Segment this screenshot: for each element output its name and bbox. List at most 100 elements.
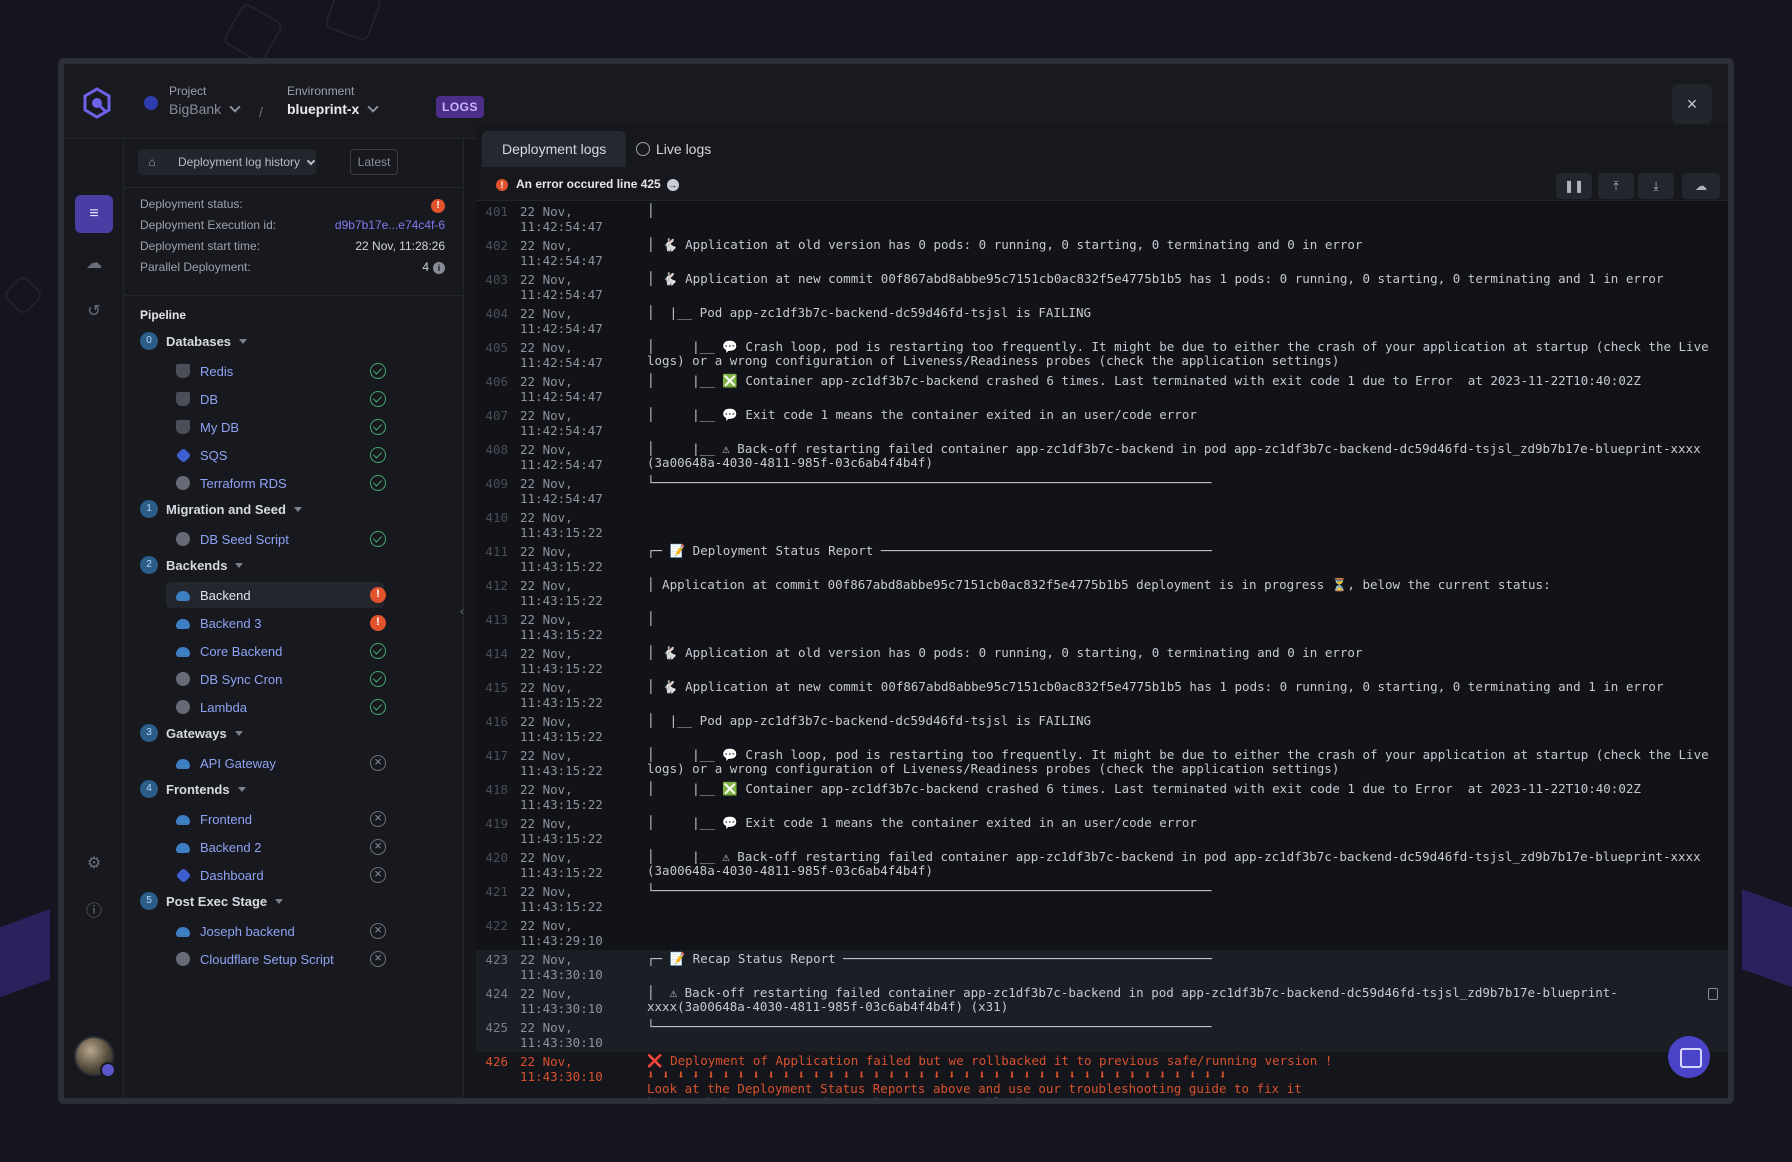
service-label: Core Backend: [200, 644, 283, 659]
service-frontend[interactable]: Frontend: [166, 806, 386, 832]
log-line-number[interactable]: 412: [476, 578, 516, 608]
arrow-right-icon[interactable]: →: [666, 179, 679, 191]
log-line-number[interactable]: 423: [476, 952, 516, 982]
troubleshoot-link[interactable]: https://hub.qovery.com/docs/using-qovery…: [647, 1095, 1053, 1099]
service-cloudflare-setup-script[interactable]: Cloudflare Setup Script: [166, 946, 386, 972]
log-line-number[interactable]: 421: [476, 884, 516, 914]
log-timestamp: 22 Nov, 11:43:15:22: [520, 544, 603, 574]
log-row: 421 22 Nov, 11:43:15:22 └─────────────────…: [476, 882, 1728, 916]
info-icon[interactable]: i: [433, 262, 445, 274]
deployment-log-history-dropdown[interactable]: Deployment log history: [166, 149, 316, 175]
cloud-icon[interactable]: ☁: [75, 245, 113, 283]
log-line-number[interactable]: 406: [476, 374, 516, 404]
log-message: └───────────────────────────────────────…: [647, 1019, 1212, 1034]
layers-icon[interactable]: ≡: [75, 195, 113, 233]
service-sqs[interactable]: SQS: [166, 442, 386, 468]
service-backend-2[interactable]: Backend 2: [166, 834, 386, 860]
stage-name: Frontends: [166, 781, 230, 797]
log-line-number[interactable]: 424: [476, 986, 516, 1016]
service-core-backend[interactable]: Core Backend: [166, 638, 386, 664]
service-backend[interactable]: Backend: [166, 582, 386, 608]
info-icon[interactable]: ⓘ: [75, 893, 113, 931]
log-line-number[interactable]: 425: [476, 1020, 516, 1050]
log-line-number[interactable]: 414: [476, 646, 516, 676]
history-icon[interactable]: ↺: [75, 293, 113, 331]
chat-support-icon[interactable]: [1668, 1036, 1710, 1078]
parallel-deployment-label: Parallel Deployment:: [140, 260, 251, 274]
caret-down-icon: [293, 506, 302, 512]
log-line-number[interactable]: 402: [476, 238, 516, 268]
log-line-number[interactable]: 422: [476, 918, 516, 948]
service-terraform-rds[interactable]: Terraform RDS: [166, 470, 386, 496]
service-api-gateway[interactable]: API Gateway: [166, 750, 386, 776]
log-line-number[interactable]: 416: [476, 714, 516, 744]
service-db-seed-script[interactable]: DB Seed Script: [166, 526, 386, 552]
service-backend-3[interactable]: Backend 3: [166, 610, 386, 636]
service-dashboard[interactable]: Dashboard: [166, 862, 386, 888]
qovery-logo-icon[interactable]: [80, 86, 114, 120]
log-line-number[interactable]: 415: [476, 680, 516, 710]
log-line-number[interactable]: 409: [476, 476, 516, 506]
log-line-number[interactable]: 426: [476, 1054, 516, 1098]
tab-deployment-logs[interactable]: Deployment logs: [482, 131, 627, 167]
caret-down-icon: [275, 898, 284, 904]
settings-gear-icon[interactable]: ⚙: [75, 845, 113, 883]
log-line-number[interactable]: 419: [476, 816, 516, 846]
round-icon: [176, 476, 190, 490]
service-my-db[interactable]: My DB: [166, 414, 386, 440]
stage-gateways[interactable]: 3 Gateways: [140, 724, 243, 748]
log-timestamp: 22 Nov, 11:42:54:47: [520, 374, 603, 404]
log-message: │ |__ ⚠ Back-off restarting failed conta…: [647, 849, 1709, 878]
log-timestamp: 22 Nov, 11:42:54:47: [520, 476, 603, 506]
stage-databases[interactable]: 0 Databases: [140, 332, 248, 356]
cloud-download-icon[interactable]: ☁: [1682, 173, 1720, 199]
copy-icon[interactable]: [1708, 988, 1718, 1000]
stage-migration-and-seed[interactable]: 1 Migration and Seed: [140, 500, 302, 524]
log-timestamp: 22 Nov, 11:43:15:22: [520, 680, 603, 710]
project-selector[interactable]: Project BigBank: [169, 84, 241, 119]
log-line-number[interactable]: 411: [476, 544, 516, 574]
log-message: │: [647, 203, 655, 218]
log-timestamp: 22 Nov, 11:43:15:22: [520, 714, 603, 744]
tab-live-logs[interactable]: Live logs: [616, 131, 731, 167]
log-message: │ |__ Pod app-zc1df3b7c-backend-dc59d46f…: [647, 713, 1092, 728]
service-db-sync-cron[interactable]: DB Sync Cron: [166, 666, 386, 692]
download-icon[interactable]: ⤓: [1638, 173, 1674, 199]
stage-number: 2: [140, 556, 158, 574]
log-line-number[interactable]: 413: [476, 612, 516, 642]
log-line-number[interactable]: 408: [476, 442, 516, 472]
pause-icon[interactable]: ❚❚: [1556, 173, 1592, 199]
log-line-number[interactable]: 403: [476, 272, 516, 302]
service-lambda[interactable]: Lambda: [166, 694, 386, 720]
skipped-icon: [370, 754, 386, 771]
log-line-number[interactable]: 404: [476, 306, 516, 336]
service-joseph-backend[interactable]: Joseph backend: [166, 918, 386, 944]
log-tabs: Deployment logs Live logs: [476, 125, 1728, 167]
log-line-number[interactable]: 420: [476, 850, 516, 880]
background-cube-decoration: [323, 0, 383, 43]
latest-button[interactable]: Latest: [350, 149, 398, 175]
execution-id-value[interactable]: d9b7b17e...e74c4f-6: [335, 218, 445, 232]
stage-name: Databases: [166, 333, 232, 349]
home-icon[interactable]: ⌂: [138, 149, 166, 175]
log-line-number[interactable]: 417: [476, 748, 516, 778]
log-line-number[interactable]: 410: [476, 510, 516, 540]
close-button[interactable]: ×: [1672, 84, 1712, 124]
collapse-sidebar-icon[interactable]: ‹: [460, 604, 464, 618]
log-line-number[interactable]: 407: [476, 408, 516, 438]
log-line-number[interactable]: 401: [476, 204, 516, 234]
log-line-number[interactable]: 405: [476, 340, 516, 370]
deployment-logs-modal: Project BigBank / Environment blueprint-…: [58, 58, 1734, 1104]
log-line-number[interactable]: 418: [476, 782, 516, 812]
log-row: 418 22 Nov, 11:43:15:22 │ |__ ❎ Container …: [476, 780, 1728, 814]
scroll-top-icon[interactable]: ⤒: [1598, 173, 1634, 199]
stage-post-exec-stage[interactable]: 5 Post Exec Stage: [140, 892, 284, 916]
service-redis[interactable]: Redis: [166, 358, 386, 384]
avatar[interactable]: [74, 1036, 116, 1078]
stage-backends[interactable]: 2 Backends: [140, 556, 244, 580]
error-line-message[interactable]: ! An error occured line 425 →: [496, 177, 679, 191]
environment-selector[interactable]: Environment blueprint-x: [287, 84, 380, 119]
service-db[interactable]: DB: [166, 386, 386, 412]
stage-name: Backends: [166, 557, 228, 573]
stage-frontends[interactable]: 4 Frontends: [140, 780, 246, 804]
